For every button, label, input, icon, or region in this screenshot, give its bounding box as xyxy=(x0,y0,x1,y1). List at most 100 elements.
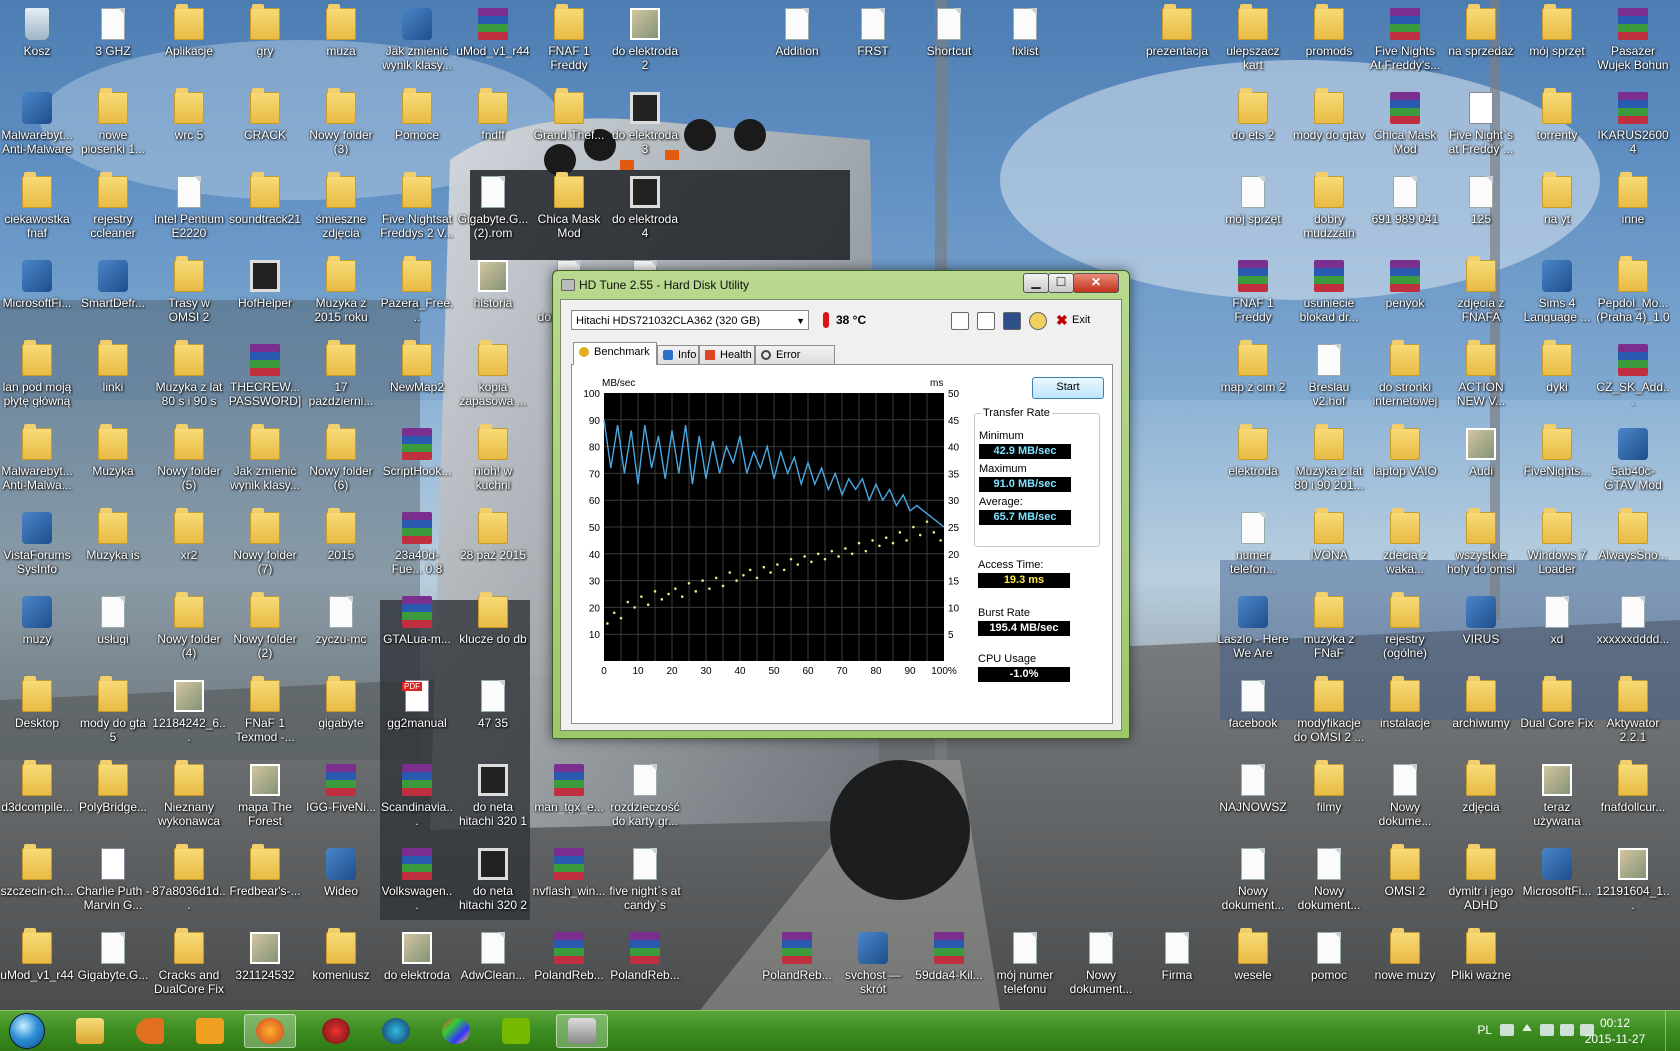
desktop-icon[interactable]: Aktywator 2.2.1 xyxy=(1596,676,1670,744)
tab-error-scan[interactable]: Error Scan xyxy=(755,345,835,380)
desktop-icon[interactable]: mój sprzęt xyxy=(1216,176,1290,226)
desktop-icon[interactable]: Five Nights At Freddy's... xyxy=(1368,8,1442,72)
maximize-button[interactable]: ☐ xyxy=(1048,273,1074,293)
desktop-icon[interactable]: rejestry (ogólne) xyxy=(1368,592,1442,660)
options-icon[interactable] xyxy=(1029,312,1047,330)
desktop-icon[interactable]: HofHelper xyxy=(228,260,302,310)
desktop-icon[interactable]: gry xyxy=(228,4,302,58)
desktop-icon[interactable]: lan pod moją płytę główną xyxy=(0,340,74,408)
desktop-icon[interactable]: wrc 5 xyxy=(152,88,226,142)
desktop-icon[interactable]: Muzyka z lat 80 s i 90 s xyxy=(152,340,226,408)
desktop-icon[interactable]: CRACK xyxy=(228,88,302,142)
desktop-icon[interactable]: FNAF 1 Freddy xyxy=(1216,260,1290,324)
desktop-icon[interactable]: do stronki internetowej xyxy=(1368,340,1442,408)
desktop-icon[interactable]: zdjęcia z FNAFA xyxy=(1444,256,1518,324)
desktop-icon[interactable]: Pomoce xyxy=(380,88,454,142)
desktop-icon[interactable]: mój sprzęt xyxy=(1520,4,1594,58)
desktop-icon[interactable]: VistaForums SysInfo xyxy=(0,512,74,576)
desktop-icon[interactable]: wesele xyxy=(1216,928,1290,982)
desktop-icon[interactable]: OMSI 2 xyxy=(1368,844,1442,898)
desktop-icon[interactable]: nowe muzy xyxy=(1368,928,1442,982)
desktop-icon[interactable]: 87a8036d1d... xyxy=(152,844,226,912)
desktop-icon[interactable]: mody do gtav xyxy=(1292,88,1366,142)
copy-screenshot-icon[interactable] xyxy=(977,312,995,330)
desktop-icon[interactable]: Dual Core Fix xyxy=(1520,676,1594,730)
desktop-icon[interactable]: Aplikacje xyxy=(152,4,226,58)
desktop-icon[interactable]: Nowy folder (4) xyxy=(152,592,226,660)
desktop-icon[interactable]: linki xyxy=(76,340,150,394)
desktop-icon[interactable]: instalacje xyxy=(1368,676,1442,730)
desktop-icon[interactable]: ciekawostka fnaf xyxy=(0,172,74,240)
desktop-icon[interactable]: muza xyxy=(304,4,378,58)
desktop-icon[interactable]: klucze do db xyxy=(456,592,530,646)
desktop-icon[interactable]: Gigabyte.G... xyxy=(76,932,150,982)
desktop-icon[interactable]: ulepszacz kart xyxy=(1216,4,1290,72)
start-button[interactable]: Start xyxy=(1032,377,1104,399)
desktop-icon[interactable]: nowe piosenki 1... xyxy=(76,88,150,156)
desktop-icon[interactable]: usługi xyxy=(76,596,150,646)
desktop-icon[interactable]: mapa The Forest xyxy=(228,764,302,828)
desktop-icon[interactable]: 47 35 xyxy=(456,680,530,730)
desktop-icon[interactable]: Kosz xyxy=(0,8,74,58)
desktop-icon[interactable]: Muzyka z lat 80 i 90 201... xyxy=(1292,424,1366,492)
desktop-icon[interactable]: NewMap2 xyxy=(380,340,454,394)
desktop-icon[interactable]: Gigabyte.G... (2).rom xyxy=(456,176,530,240)
desktop-icon[interactable]: 5ab40c-GTAV Mod Mana... xyxy=(1596,428,1670,492)
desktop-icon[interactable]: Grand.Thef... xyxy=(532,88,606,142)
desktop-icon[interactable]: Breslau v2.hof xyxy=(1292,344,1366,408)
desktop-icon[interactable]: Nowy folder (3) xyxy=(304,88,378,156)
desktop-icon[interactable]: penyok xyxy=(1368,260,1442,310)
tab-health[interactable]: Health xyxy=(699,345,755,364)
desktop-icon[interactable]: dyki xyxy=(1520,340,1594,394)
desktop-icon[interactable]: Nowy folder (7) xyxy=(228,508,302,576)
desktop-icon[interactable]: promods xyxy=(1292,4,1366,58)
desktop-icon[interactable]: numer telefon... xyxy=(1216,512,1290,576)
desktop-icon[interactable]: na yt xyxy=(1520,172,1594,226)
show-desktop-button[interactable] xyxy=(1665,1011,1680,1051)
desktop-icon[interactable]: Malwarebyt... Anti-Malware xyxy=(0,92,74,156)
desktop-icon[interactable]: Muzyka z 2015 roku xyxy=(304,256,378,324)
desktop-icon[interactable]: fnafdollcur... xyxy=(1596,760,1670,814)
desktop-icon[interactable]: 321124532 xyxy=(228,932,302,982)
desktop-icon[interactable]: Nowy folder (2) xyxy=(228,592,302,660)
desktop-icon[interactable]: Fredbear's-... xyxy=(228,844,302,898)
desktop-icon[interactable]: Nowy dokume... xyxy=(1368,764,1442,828)
desktop-icon[interactable]: Intel Pentium E2220 xyxy=(152,176,226,240)
desktop-icon[interactable]: NAJNOWSZ xyxy=(1216,764,1290,814)
desktop-icon[interactable]: filmy xyxy=(1292,760,1366,814)
desktop-icon[interactable]: Chica Mask Mod xyxy=(1368,92,1442,156)
desktop-icon[interactable]: Windows 7 Loader xyxy=(1520,508,1594,576)
hdtune-window[interactable]: HD Tune 2.55 - Hard Disk Utility ▁ ☐ ✕ H… xyxy=(552,270,1130,739)
desktop-icon[interactable]: FNAF 1 Freddy xyxy=(532,4,606,72)
desktop-icon[interactable]: Pliki ważne xyxy=(1444,928,1518,982)
desktop-icon[interactable]: do neta hitachi 320 2 xyxy=(456,848,530,912)
desktop-icon[interactable]: AdwClean... xyxy=(456,932,530,982)
desktop-icon[interactable]: do elektroda xyxy=(380,932,454,982)
desktop-icon[interactable]: Nowy folder (6) xyxy=(304,424,378,492)
desktop-icon[interactable]: kopia zapasowa ... xyxy=(456,340,530,408)
desktop-icon[interactable]: nioh! w kuchni xyxy=(456,424,530,492)
desktop-icon[interactable]: 3 GHZ xyxy=(76,8,150,58)
desktop-icon[interactable]: torrenty xyxy=(1520,88,1594,142)
desktop-icon[interactable]: PolandReb... xyxy=(760,932,834,982)
desktop-icon[interactable]: Nowy dokument... xyxy=(1292,848,1366,912)
desktop-icon[interactable]: Sims 4 Language ... xyxy=(1520,260,1594,324)
desktop-icon[interactable]: FiveNights... xyxy=(1520,424,1594,478)
desktop-icon[interactable]: Volkswagen... xyxy=(380,848,454,912)
desktop-icon[interactable]: zdecia z waka... xyxy=(1368,508,1442,576)
desktop-icon[interactable]: IGG-FiveNi... xyxy=(304,764,378,814)
desktop-icon[interactable]: Charlie Puth - Marvin G... xyxy=(76,848,150,912)
desktop-icon[interactable]: PolyBridge... xyxy=(76,760,150,814)
desktop-icon[interactable]: pomoc xyxy=(1292,932,1366,982)
desktop-icon[interactable]: five night`s at candy`s xyxy=(608,848,682,912)
copy-text-icon[interactable] xyxy=(951,312,969,330)
desktop-icon[interactable]: facebook xyxy=(1216,680,1290,730)
desktop-icon[interactable]: uMod_v1_r44 xyxy=(456,8,530,58)
desktop-icon[interactable]: komeniusz xyxy=(304,928,378,982)
drive-select[interactable]: Hitachi HDS721032CLA362 (320 GB) ▼ xyxy=(571,310,809,330)
desktop-icon[interactable]: xr2 xyxy=(152,508,226,562)
desktop-icon[interactable]: nvflash_win... xyxy=(532,848,606,898)
desktop-icon[interactable]: PolandReb... xyxy=(532,932,606,982)
desktop-icon[interactable]: AlwaysSno... xyxy=(1596,508,1670,562)
desktop-icon[interactable]: svchost — skrót xyxy=(836,932,910,996)
